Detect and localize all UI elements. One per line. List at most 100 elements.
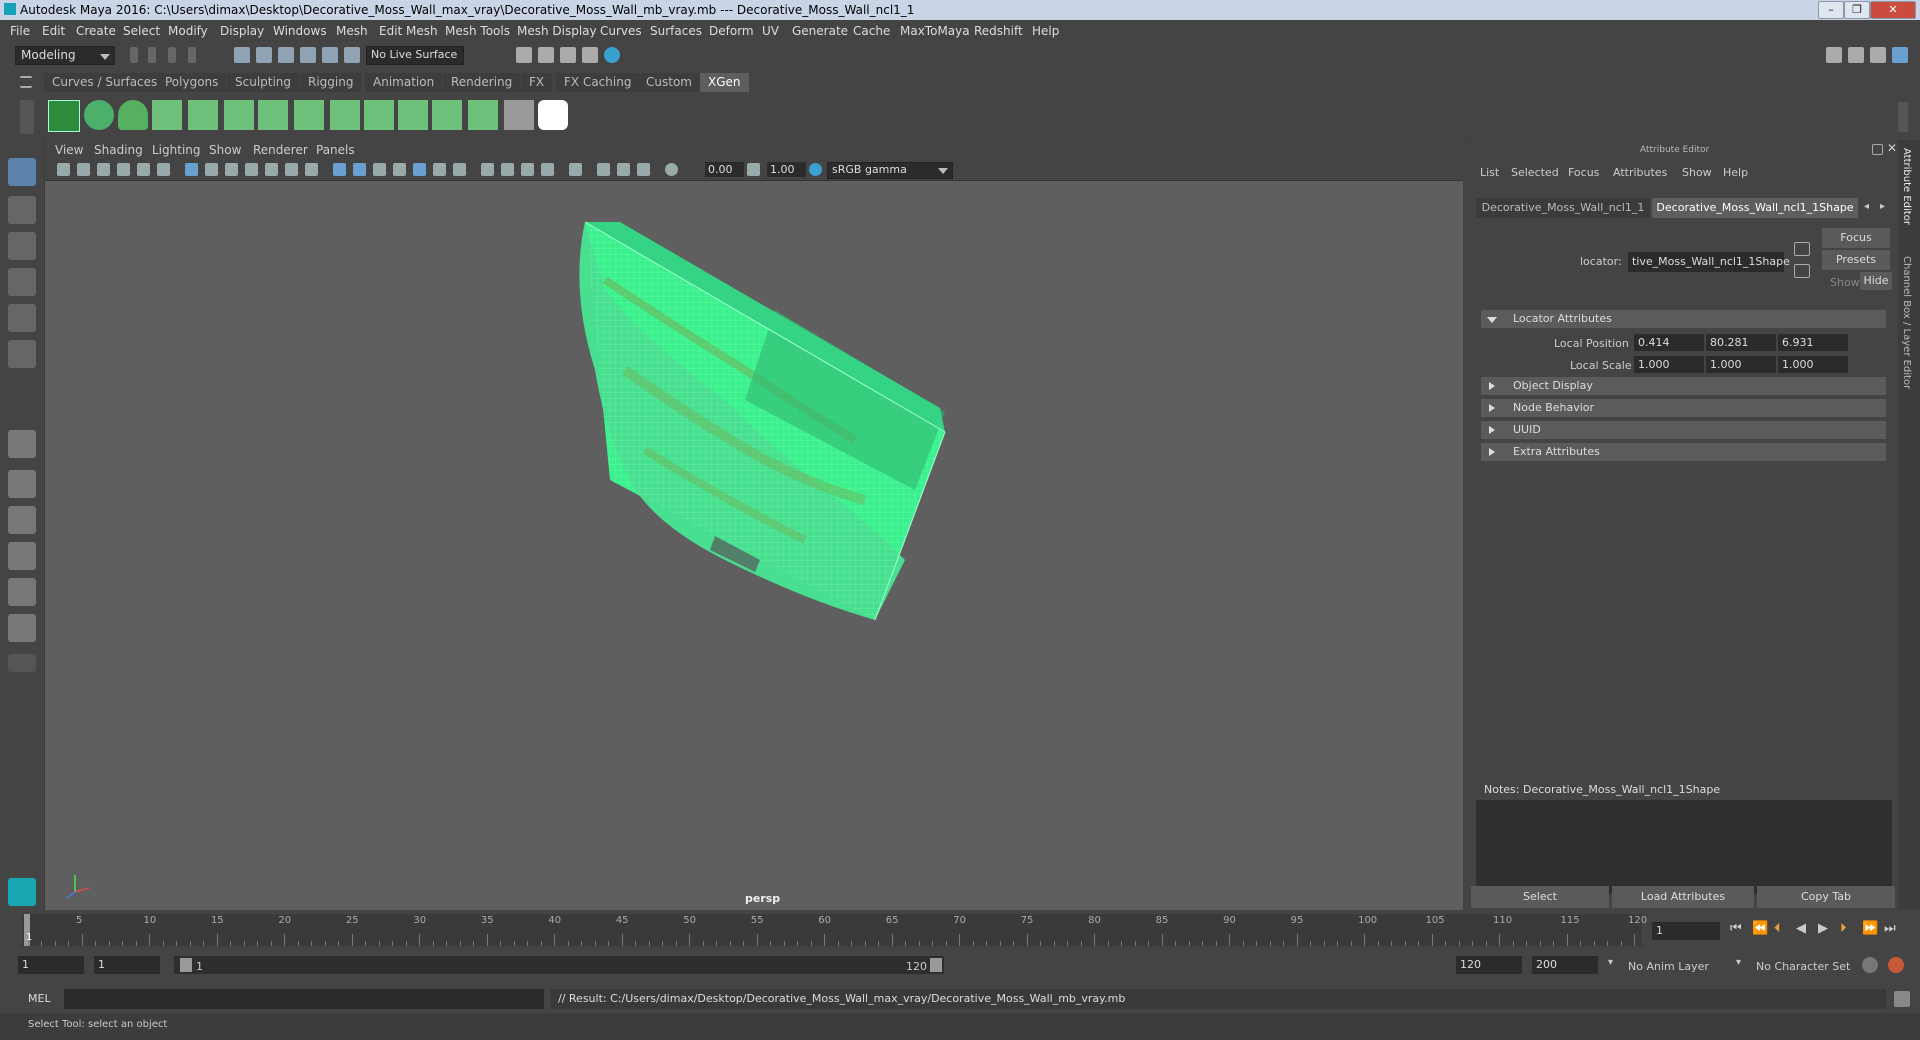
play-backward-icon[interactable]: ◀	[1796, 921, 1806, 936]
chevron-down-icon[interactable]: ▾	[1736, 957, 1741, 968]
hypershade-layout-icon[interactable]	[8, 614, 36, 642]
layout-options-icon[interactable]	[8, 654, 36, 672]
shelf-menu-icon[interactable]	[20, 76, 32, 88]
gate-mask-icon[interactable]	[245, 163, 258, 176]
node-name-field[interactable]: tive_Moss_Wall_ncl1_1Shape	[1628, 252, 1790, 272]
tab-polygons[interactable]: Polygons	[157, 73, 227, 92]
float-panel-icon[interactable]	[1872, 144, 1883, 155]
xgen-interactive-groom-icon[interactable]	[468, 100, 498, 130]
play-forward-icon[interactable]: ▶	[1818, 921, 1828, 936]
graph-layout-icon[interactable]	[8, 578, 36, 606]
hypershade-icon[interactable]	[604, 47, 620, 63]
depth-of-field-icon[interactable]	[541, 163, 554, 176]
section-node-behavior[interactable]: Node Behavior	[1481, 399, 1886, 417]
rotate-tool-icon[interactable]	[8, 304, 36, 332]
outliner-layout-icon[interactable]	[8, 542, 36, 570]
ipr-render-icon[interactable]	[560, 47, 576, 63]
modeling-toolkit-icon[interactable]	[1826, 47, 1842, 63]
shelf-scroll-icon[interactable]	[1898, 102, 1908, 132]
xgen-place-guides-icon[interactable]	[152, 100, 182, 130]
menu-uv[interactable]: UV	[762, 24, 779, 38]
end-time-field[interactable]: 200	[1532, 956, 1598, 974]
select-tool-icon[interactable]	[8, 158, 36, 186]
select-input-icon[interactable]	[1794, 242, 1810, 256]
ae-tab-transform[interactable]: Decorative_Moss_Wall_ncl1_1	[1476, 198, 1650, 218]
presets-button[interactable]: Presets	[1822, 250, 1890, 270]
tab-fx-caching[interactable]: FX Caching	[556, 73, 640, 92]
xgen-normalize-icon[interactable]	[330, 100, 360, 130]
section-extra-attributes[interactable]: Extra Attributes	[1481, 443, 1886, 461]
local-scale-x[interactable]: 1.000	[1634, 356, 1704, 373]
camera-attributes-icon[interactable]	[77, 163, 90, 176]
menu-surfaces[interactable]: Surfaces	[650, 24, 702, 38]
focus-button[interactable]: Focus	[1822, 228, 1890, 248]
side-tab-attribute-editor[interactable]: Attribute Editor	[1901, 148, 1912, 225]
shadows-icon[interactable]	[453, 163, 466, 176]
select-button[interactable]: Select	[1471, 886, 1609, 908]
snap-grid-icon[interactable]	[300, 47, 316, 63]
ae-menu-show[interactable]: Show	[1682, 166, 1712, 179]
tool-settings-icon[interactable]	[1870, 47, 1886, 63]
render-settings-icon[interactable]	[582, 47, 598, 63]
go-to-end-icon[interactable]: ⏭	[1884, 921, 1896, 936]
menu-deform[interactable]: Deform	[709, 24, 754, 38]
render-current-icon[interactable]	[538, 47, 554, 63]
ae-menu-selected[interactable]: Selected	[1511, 166, 1559, 179]
time-slider[interactable]: 1 5 10 15 20 25 30 35 40 45 50 55 60 65 70 75 80 85 90 95 1…	[0, 912, 1920, 948]
shelf-options-icon[interactable]	[20, 100, 34, 134]
section-uuid[interactable]: UUID	[1481, 421, 1886, 439]
ae-menu-help[interactable]: Help	[1723, 166, 1748, 179]
step-forward-key-icon[interactable]: ⏩	[1862, 921, 1878, 936]
local-position-y[interactable]: 80.281	[1706, 334, 1776, 351]
menu-file[interactable]: File	[10, 24, 30, 38]
xgen-lock-icon[interactable]	[294, 100, 324, 130]
anti-aliasing-icon[interactable]	[521, 163, 534, 176]
vp-menu-view[interactable]: View	[55, 143, 83, 157]
gamma-icon[interactable]	[747, 163, 760, 176]
close-button[interactable]: ✕	[1870, 1, 1916, 19]
tab-animation[interactable]: Animation	[365, 73, 443, 92]
wireframe-icon[interactable]	[333, 163, 346, 176]
image-plane-icon[interactable]	[117, 163, 130, 176]
range-slider-start-handle[interactable]	[180, 958, 192, 972]
start-time-field[interactable]: 1	[18, 956, 84, 974]
move-tool-icon[interactable]	[8, 268, 36, 296]
tab-rendering[interactable]: Rendering	[443, 73, 521, 92]
color-management-icon[interactable]	[809, 163, 822, 176]
minimize-button[interactable]: –	[1818, 1, 1844, 19]
tab-rigging[interactable]: Rigging	[300, 73, 362, 92]
range-slider-end-handle[interactable]	[930, 958, 942, 972]
close-panel-icon[interactable]: ✕	[1887, 141, 1897, 155]
2d-pan-zoom-icon[interactable]	[157, 163, 170, 176]
xgen-preview-icon[interactable]	[84, 100, 114, 130]
vp-menu-shading[interactable]: Shading	[94, 143, 143, 157]
safe-title-icon[interactable]	[305, 163, 318, 176]
vp-menu-show[interactable]: Show	[209, 143, 241, 157]
hide-button[interactable]: Hide	[1860, 272, 1892, 290]
use-all-lights-icon[interactable]	[433, 163, 446, 176]
mode-dropdown[interactable]: Modeling	[15, 46, 115, 65]
xray-components-icon[interactable]	[637, 163, 650, 176]
channel-box-icon[interactable]	[1892, 47, 1908, 63]
local-scale-y[interactable]: 1.000	[1706, 356, 1776, 373]
exposure-icon[interactable]	[665, 163, 678, 176]
smooth-shade-icon[interactable]	[353, 163, 366, 176]
four-pane-layout-icon[interactable]	[8, 470, 36, 498]
ae-menu-attributes[interactable]: Attributes	[1613, 166, 1667, 179]
menu-curves[interactable]: Curves	[600, 24, 642, 38]
menu-cache[interactable]: Cache	[853, 24, 890, 38]
xgen-convert-icon[interactable]	[398, 100, 428, 130]
motion-blur-icon[interactable]	[501, 163, 514, 176]
menu-help[interactable]: Help	[1032, 24, 1059, 38]
grease-pencil-icon[interactable]	[137, 163, 150, 176]
film-gate-icon[interactable]	[205, 163, 218, 176]
select-output-icon[interactable]	[1794, 264, 1810, 278]
tab-xgen[interactable]: XGen	[700, 73, 749, 92]
xgen-layers-icon[interactable]	[364, 100, 394, 130]
local-position-z[interactable]: 6.931	[1778, 334, 1848, 351]
notes-textarea[interactable]	[1476, 800, 1892, 894]
ae-menu-focus[interactable]: Focus	[1568, 166, 1599, 179]
vp-menu-panels[interactable]: Panels	[316, 143, 355, 157]
default-material-icon[interactable]	[373, 163, 386, 176]
go-to-start-icon[interactable]: ⏮	[1730, 921, 1742, 936]
